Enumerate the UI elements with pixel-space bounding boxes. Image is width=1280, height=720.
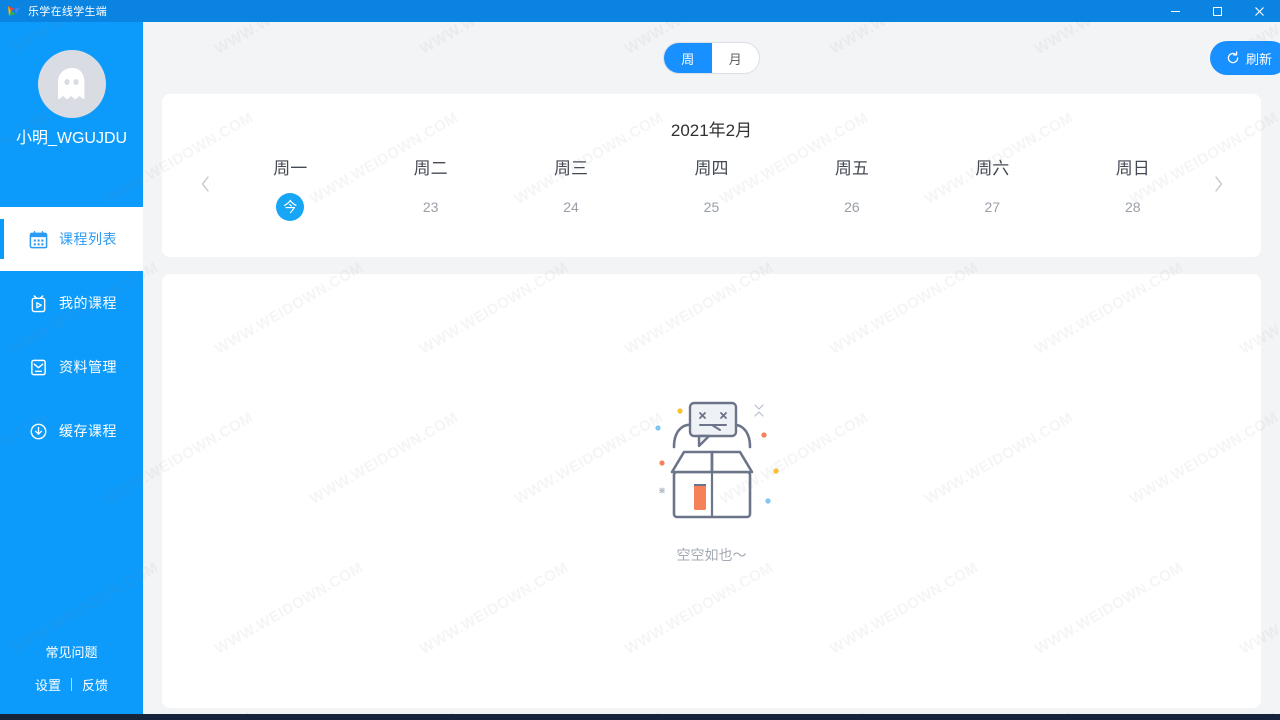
minimize-button[interactable] bbox=[1154, 0, 1196, 22]
minimize-icon bbox=[1170, 10, 1180, 12]
next-week-button[interactable] bbox=[1203, 154, 1233, 214]
calendar-day[interactable]: 周四 25 bbox=[641, 154, 781, 221]
username-label: 小明_WGUJDU bbox=[15, 130, 128, 147]
chevron-right-icon bbox=[1214, 176, 1222, 192]
course-list-panel: 空空如也～ bbox=[162, 274, 1261, 708]
ghost-avatar-icon bbox=[57, 68, 84, 100]
calendar-day-name: 周一 bbox=[273, 159, 308, 178]
calendar-month-title: 2021年2月 bbox=[670, 121, 753, 140]
sidebar-footer-row: 设置 反馈 bbox=[35, 675, 108, 694]
sidebar-item-my-courses[interactable]: 我的课程 bbox=[0, 271, 143, 335]
close-icon bbox=[1254, 6, 1264, 16]
window-title: 乐学在线学生端 bbox=[28, 6, 108, 18]
refresh-button[interactable]: 刷新 bbox=[1209, 41, 1280, 75]
calendar-day-name: 周三 bbox=[554, 159, 589, 178]
faq-link[interactable]: 常见问题 bbox=[45, 642, 97, 661]
calendar-day-number: 27 bbox=[984, 199, 1001, 215]
calendar-day[interactable]: 周五 26 bbox=[782, 154, 922, 221]
sidebar-footer: 常见问题 设置 反馈 bbox=[0, 642, 143, 714]
view-mode-toggle: 周 月 bbox=[663, 42, 760, 74]
calendar-day[interactable]: 周日 28 bbox=[1063, 154, 1203, 221]
calendar-day-number: 26 bbox=[844, 199, 860, 215]
calendar-icon bbox=[28, 229, 48, 249]
feedback-link[interactable]: 反馈 bbox=[82, 675, 108, 694]
download-circle-icon bbox=[28, 421, 48, 441]
video-play-icon bbox=[28, 293, 48, 313]
sidebar-nav: 课程列表 我的课程 资料管理 缓存课程 bbox=[0, 207, 143, 463]
calendar-day-number: 28 bbox=[1124, 199, 1141, 215]
sidebar-item-course-list[interactable]: 课程列表 bbox=[0, 207, 143, 271]
app-logo-icon bbox=[6, 3, 22, 19]
calendar-days: 周一 今 周二 23 周三 24 周四 25 周五 26 周六 27 周日 28 bbox=[220, 154, 1203, 221]
calendar-day-number: 25 bbox=[703, 199, 720, 215]
calendar-day[interactable]: 周三 24 bbox=[501, 154, 641, 221]
desktop-background-strip bbox=[0, 714, 1280, 720]
calendar-card: 2021年2月 周一 今 周二 23 周三 24 周四 25 周五 26 周六 … bbox=[162, 94, 1261, 257]
calendar-day[interactable]: 周六 27 bbox=[922, 154, 1062, 221]
main-content: 周 月 刷新 2021年2月 周一 今 周二 23 周三 24 周四 25 周五… bbox=[143, 22, 1280, 714]
sidebar-item-label: 缓存课程 bbox=[59, 423, 117, 439]
maximize-button[interactable] bbox=[1196, 0, 1238, 22]
empty-box-icon bbox=[654, 401, 779, 519]
sidebar-item-label: 我的课程 bbox=[59, 295, 117, 311]
calendar-day-name: 周四 bbox=[694, 159, 729, 178]
empty-state: 空空如也～ bbox=[636, 393, 788, 565]
calendar-day-number: 24 bbox=[563, 199, 579, 215]
calendar-day-name: 周五 bbox=[834, 159, 869, 178]
application-window: 乐学在线学生端 小明_WGUJDU 课程列表 我的课程 资料管理 缓存课程 常见… bbox=[0, 0, 1280, 720]
maximize-icon bbox=[1212, 6, 1222, 16]
close-button[interactable] bbox=[1238, 0, 1280, 22]
calendar-week-row: 周一 今 周二 23 周三 24 周四 25 周五 26 周六 27 周日 28 bbox=[162, 154, 1261, 221]
prev-week-button[interactable] bbox=[190, 154, 220, 214]
calendar-day-name: 周六 bbox=[975, 159, 1010, 178]
sidebar-item-material-management[interactable]: 资料管理 bbox=[0, 335, 143, 399]
top-toolbar: 周 月 刷新 bbox=[143, 22, 1280, 94]
avatar[interactable] bbox=[37, 50, 106, 118]
calendar-day[interactable]: 周一 今 bbox=[220, 154, 360, 221]
calendar-day-name: 周二 bbox=[413, 159, 448, 178]
calendar-day-number: 23 bbox=[422, 199, 439, 215]
view-mode-month[interactable]: 月 bbox=[712, 43, 760, 73]
chevron-left-icon bbox=[201, 176, 209, 192]
sidebar: 小明_WGUJDU 课程列表 我的课程 资料管理 缓存课程 常见问题 设置 反馈 bbox=[0, 22, 143, 714]
user-profile: 小明_WGUJDU bbox=[0, 22, 143, 149]
calendar-day[interactable]: 周二 23 bbox=[360, 154, 500, 221]
window-body: 小明_WGUJDU 课程列表 我的课程 资料管理 缓存课程 常见问题 设置 反馈… bbox=[0, 22, 1280, 714]
refresh-icon bbox=[1227, 51, 1239, 64]
empty-state-text: 空空如也～ bbox=[676, 547, 747, 563]
calendar-day-name: 周日 bbox=[1115, 159, 1150, 178]
sidebar-item-label: 课程列表 bbox=[59, 231, 117, 247]
view-mode-week[interactable]: 周 bbox=[664, 43, 712, 73]
sidebar-item-label: 资料管理 bbox=[59, 359, 117, 375]
settings-link[interactable]: 设置 bbox=[35, 675, 61, 694]
calendar-day-number: 今 bbox=[276, 193, 305, 221]
refresh-label: 刷新 bbox=[1245, 51, 1272, 67]
document-envelope-icon bbox=[28, 357, 48, 377]
sidebar-item-cached-courses[interactable]: 缓存课程 bbox=[0, 399, 143, 463]
title-bar: 乐学在线学生端 bbox=[0, 0, 1280, 22]
footer-divider bbox=[71, 678, 72, 691]
